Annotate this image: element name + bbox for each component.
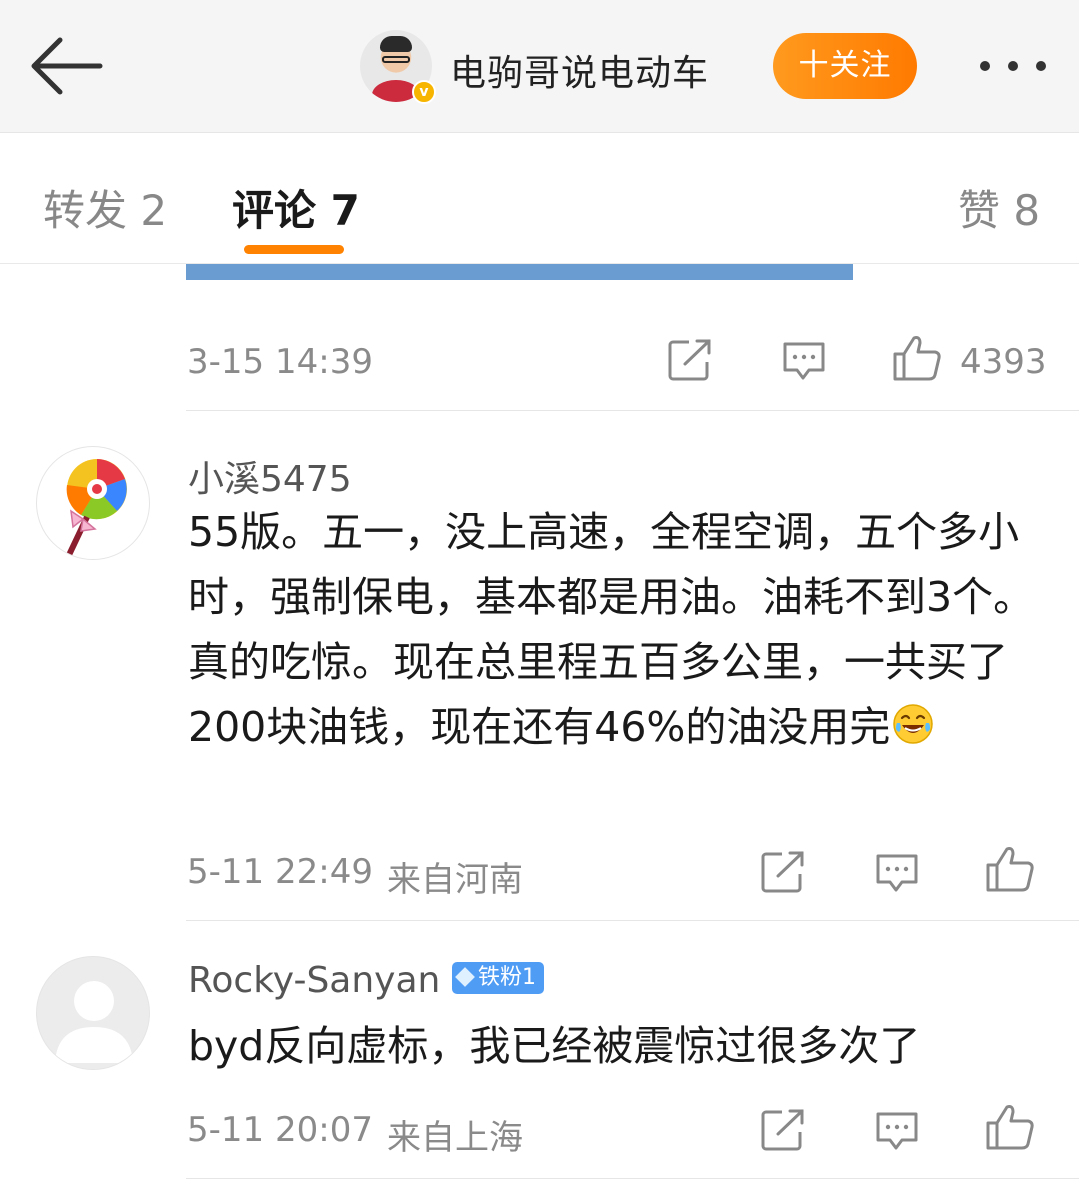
comment-location: 来自上海 [387, 1118, 523, 1158]
tab-repost[interactable]: 转发 2 [43, 177, 167, 238]
more-options-icon[interactable] [975, 50, 1051, 82]
lollipop-icon [66, 459, 127, 557]
top-bar: v 电驹哥说电动车 十关注 [0, 0, 1079, 133]
comment-icon[interactable] [874, 1110, 920, 1152]
divider [186, 410, 1079, 411]
like-icon[interactable] [985, 845, 1035, 893]
tab-likes[interactable]: 赞 8 [958, 177, 1040, 238]
lollipop-avatar[interactable] [36, 446, 150, 560]
comment-text: 55版。五一，没上高速，全程空调，五个多小时，强制保电，基本都是用油。油耗不到3… [188, 500, 1048, 760]
tab-bar: 转发 2 评论 7 赞 8 [0, 133, 1079, 264]
tab-comments[interactable]: 评论 7 [232, 177, 360, 238]
post-timestamp: 3-15 14:39 [187, 342, 373, 382]
comment-timestamp: 5-11 22:49 [187, 852, 373, 892]
follow-button[interactable]: 十关注 [773, 33, 917, 99]
laughing-tears-emoji-icon [893, 704, 934, 744]
like-icon[interactable] [892, 334, 942, 382]
content-image-edge [186, 264, 853, 280]
default-user-icon [55, 981, 133, 1063]
author-name[interactable]: 电驹哥说电动车 [450, 44, 709, 96]
diamond-icon [455, 967, 475, 987]
default-user-avatar[interactable] [36, 956, 150, 1070]
like-icon[interactable] [985, 1103, 1035, 1151]
comment-icon[interactable] [781, 340, 827, 382]
share-icon[interactable] [760, 1108, 806, 1152]
comment-icon[interactable] [874, 852, 920, 894]
back-arrow-icon[interactable] [28, 34, 104, 98]
share-icon[interactable] [760, 850, 806, 894]
divider [186, 920, 1079, 921]
comment-location: 来自河南 [387, 860, 523, 900]
fan-badge-label: 铁粉1 [478, 965, 536, 990]
author-avatar[interactable]: v [360, 30, 436, 104]
comment-text: byd反向虚标，我已经被震惊过很多次了 [188, 1022, 921, 1070]
comment-username[interactable]: Rocky-Sanyan [188, 960, 440, 1001]
verified-badge: v [412, 80, 436, 104]
share-icon[interactable] [667, 338, 713, 382]
divider [186, 1178, 1079, 1179]
active-tab-indicator [244, 245, 344, 254]
fan-badge: 铁粉1 [452, 962, 544, 994]
post-like-count: 4393 [960, 342, 1047, 382]
comment-timestamp: 5-11 20:07 [187, 1110, 373, 1150]
comment-username[interactable]: 小溪5475 [188, 450, 352, 502]
